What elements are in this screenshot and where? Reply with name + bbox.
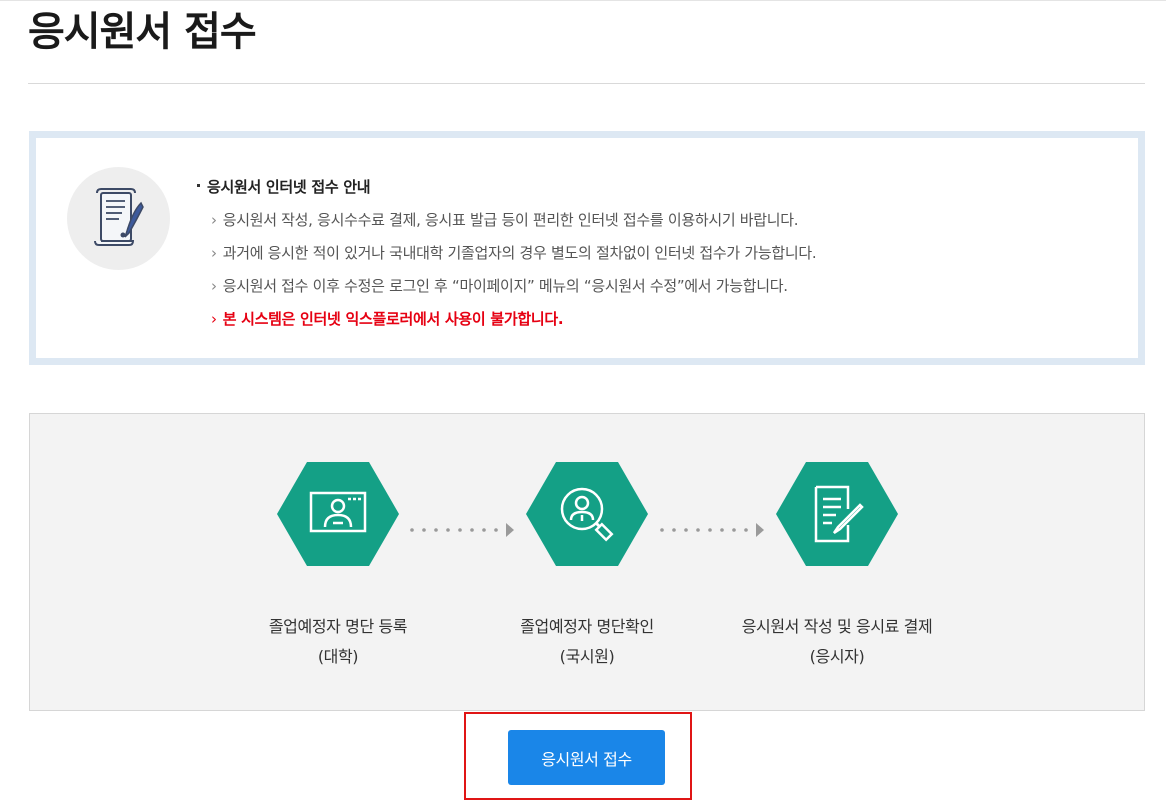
notice-warning-line: › 본 시스템은 인터넷 익스플로러에서 사용이 불가합니다. xyxy=(197,303,816,336)
chevron-right-icon: › xyxy=(211,277,217,295)
process-step-2: 졸업예정자 명단확인 (국시원) xyxy=(467,462,707,672)
apply-button[interactable]: 응시원서 접수 xyxy=(508,730,665,785)
process-step-1: 졸업예정자 명단 등록 (대학) xyxy=(218,462,458,672)
chevron-right-icon: › xyxy=(211,244,217,262)
notice-line-3-text: 응시원서 접수 이후 수정은 로그인 후 “마이페이지” 메뉴의 “응시원서 수… xyxy=(222,277,788,295)
notice-line-2-text: 과거에 응시한 적이 있거나 국내대학 기졸업자의 경우 별도의 절차없이 인터… xyxy=(222,244,817,262)
notice-box: 응시원서 인터넷 접수 안내 › 응시원서 작성, 응시수수료 결제, 응시표 발… xyxy=(29,131,1145,365)
step-3-label: 응시원서 작성 및 응시료 결제 (응시자) xyxy=(717,612,957,672)
step-1-label: 졸업예정자 명단 등록 (대학) xyxy=(218,612,458,672)
process-panel: 졸업예정자 명단 등록 (대학) 졸업예정자 명단확인 (국시원) 응시원서 작… xyxy=(29,413,1145,711)
notice-line-1: › 응시원서 작성, 응시수수료 결제, 응시표 발급 등이 편리한 인터넷 접수… xyxy=(197,204,816,237)
chevron-right-icon: › xyxy=(211,211,217,229)
magnifier-user-icon xyxy=(560,487,614,542)
top-border xyxy=(0,0,1166,1)
step-1-hexagon xyxy=(277,462,399,566)
notice-line-2: › 과거에 응시한 적이 있거나 국내대학 기졸업자의 경우 별도의 절차없이 인… xyxy=(197,237,817,270)
notice-line-1-text: 응시원서 작성, 응시수수료 결제, 응시표 발급 등이 편리한 인터넷 접수를… xyxy=(222,211,799,229)
document-quill-icon xyxy=(94,188,144,246)
document-pen-icon xyxy=(814,485,864,543)
step-2-title: 졸업예정자 명단확인 xyxy=(520,617,654,636)
step-2-hexagon xyxy=(526,462,648,566)
notice-icon-circle xyxy=(67,167,170,270)
step-2-label: 졸업예정자 명단확인 (국시원) xyxy=(467,612,707,672)
step-3-sub: (응시자) xyxy=(809,647,865,666)
notice-heading: 응시원서 인터넷 접수 안내 xyxy=(197,174,816,204)
notice-warning-text: 본 시스템은 인터넷 익스플로러에서 사용이 불가합니다. xyxy=(222,310,564,328)
step-3-title: 응시원서 작성 및 응시료 결제 xyxy=(741,617,933,636)
title-divider xyxy=(28,83,1145,84)
bullet-dot-icon xyxy=(197,184,200,187)
page-title: 응시원서 접수 xyxy=(28,9,257,55)
notice-heading-text: 응시원서 인터넷 접수 안내 xyxy=(207,178,371,196)
chevron-right-icon: › xyxy=(211,310,217,328)
step-1-sub: (대학) xyxy=(317,647,359,666)
step-2-sub: (국시원) xyxy=(559,647,615,666)
page: 응시원서 접수 응시원서 인터넷 접수 안내 › 응시원서 작성, 응시수수료 결… xyxy=(0,0,1166,812)
process-step-3: 응시원서 작성 및 응시료 결제 (응시자) xyxy=(717,462,957,672)
monitor-user-icon xyxy=(309,491,367,533)
notice-line-3: › 응시원서 접수 이후 수정은 로그인 후 “마이페이지” 메뉴의 “응시원서 … xyxy=(197,270,816,303)
step-1-title: 졸업예정자 명단 등록 xyxy=(268,617,408,636)
step-3-hexagon xyxy=(776,462,898,566)
notice-content: 응시원서 인터넷 접수 안내 › 응시원서 작성, 응시수수료 결제, 응시표 발… xyxy=(197,174,817,336)
